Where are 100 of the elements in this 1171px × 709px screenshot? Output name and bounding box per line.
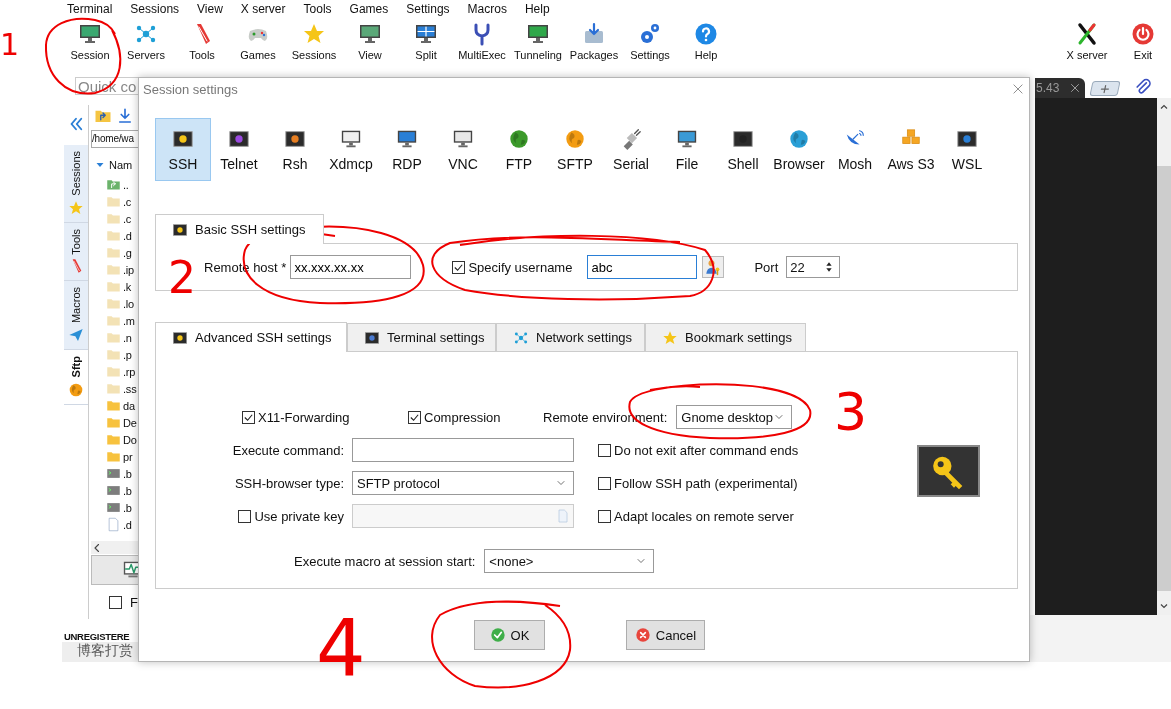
session-type-button[interactable]: Telnet (211, 118, 267, 181)
key-button[interactable] (917, 445, 980, 497)
file-name[interactable]: Do (123, 433, 137, 446)
remote-host-field[interactable]: xx.xxx.xx.xx (290, 255, 412, 279)
compression-checkbox[interactable]: Compression (408, 409, 543, 425)
session-type-button[interactable]: Xdmcp (323, 118, 379, 181)
settings-tab[interactable]: Basic SSH settings (155, 214, 324, 244)
toolbar-button[interactable]: Help (678, 22, 734, 61)
session-type-button[interactable]: File (659, 118, 715, 181)
file-name[interactable]: da (123, 399, 135, 412)
toolbar-button[interactable]: Tunneling (510, 22, 566, 61)
session-type-button[interactable]: Browser (771, 118, 827, 181)
file-name[interactable]: .c (123, 212, 132, 225)
globe-icon (564, 128, 586, 150)
x11-forwarding-checkbox[interactable]: X11-Forwarding (242, 409, 408, 425)
cancel-button[interactable]: Cancel (626, 620, 705, 650)
file-name[interactable]: pr (123, 450, 133, 463)
session-type-button[interactable]: Mosh (827, 118, 883, 181)
folder-icon (106, 449, 121, 464)
file-name[interactable]: .b (123, 501, 132, 514)
file-name[interactable]: .c (123, 195, 132, 208)
toolbar-button[interactable]: X server (1059, 22, 1115, 61)
use-private-key-checkbox[interactable]: Use private key (238, 508, 344, 524)
menu-item[interactable]: Tools (303, 2, 332, 16)
port-field[interactable]: 22 (786, 256, 841, 278)
file-name[interactable]: .d (123, 229, 132, 242)
file-name[interactable]: .n (123, 331, 132, 344)
file-name[interactable]: .d (123, 518, 132, 531)
toolbar-button[interactable]: Settings (622, 22, 678, 61)
file-name[interactable]: .b (123, 467, 132, 480)
toolbar-button[interactable]: Games (230, 22, 286, 61)
toolbar-button[interactable]: View (342, 22, 398, 61)
toolbar-button[interactable]: Split (398, 22, 454, 61)
session-type-button[interactable]: Serial (603, 118, 659, 181)
column-header[interactable]: Nam (109, 159, 133, 171)
menu-item[interactable]: Help (524, 2, 550, 16)
file-name[interactable]: .ip (123, 263, 135, 276)
follow-ssh-path-checkbox[interactable]: Follow SSH path (experimental) (598, 475, 917, 491)
folder-icon (106, 415, 121, 430)
side-tab[interactable]: Macros (64, 281, 88, 351)
session-type-button[interactable]: FTP (491, 118, 547, 181)
menu-item[interactable]: Games (349, 2, 389, 16)
settings-tab[interactable]: Terminal settings (347, 323, 496, 351)
file-name[interactable]: .rp (123, 365, 136, 378)
toolbar-button[interactable]: Servers (118, 22, 174, 61)
session-type-button[interactable]: SSH (155, 118, 211, 181)
session-type-button[interactable]: Shell (715, 118, 771, 181)
session-type-button[interactable]: RDP (379, 118, 435, 181)
remote-environment-dropdown[interactable]: Gnome desktop (676, 405, 793, 429)
toolbar-button[interactable]: Tools (174, 22, 230, 61)
execute-macro-dropdown[interactable]: <none> (484, 549, 655, 573)
settings-tab[interactable]: Bookmark settings (645, 323, 806, 351)
toolbar-button[interactable]: MultiExec (454, 22, 510, 61)
file-name[interactable]: .g (123, 246, 132, 259)
settings-tab[interactable]: Advanced SSH settings (155, 322, 347, 352)
menu-item[interactable]: Macros (467, 2, 507, 16)
terminal-icon (364, 329, 380, 346)
toolbar-button[interactable]: Session (62, 22, 118, 61)
close-icon[interactable] (1069, 82, 1081, 94)
username-field[interactable]: abc (587, 255, 698, 279)
menu-item[interactable]: Terminal (67, 2, 113, 16)
file-name[interactable]: .. (123, 178, 129, 191)
menu-item[interactable]: X server (240, 2, 286, 16)
download-icon[interactable] (116, 107, 134, 125)
settings-tab[interactable]: Network settings (496, 323, 645, 351)
do-not-exit-checkbox[interactable]: Do not exit after command ends (598, 442, 917, 458)
file-name[interactable]: .k (123, 280, 132, 293)
folder-icon (106, 279, 121, 294)
toolbar-button[interactable]: Sessions (286, 22, 342, 61)
settings-icon (638, 22, 662, 46)
file-name[interactable]: .b (123, 484, 132, 497)
session-type-button[interactable]: Aws S3 (883, 118, 939, 181)
menu-item[interactable]: View (197, 2, 223, 16)
session-type-button[interactable]: WSL (939, 118, 995, 181)
folder-icon (106, 347, 121, 362)
menu-item[interactable]: Settings (406, 2, 450, 16)
file-name[interactable]: .lo (123, 297, 135, 310)
file-name[interactable]: .ss (123, 382, 137, 395)
file-name[interactable]: .m (123, 314, 135, 327)
session-type-button[interactable]: SFTP (547, 118, 603, 181)
execute-command-field[interactable] (352, 438, 574, 462)
ssh-browser-type-dropdown[interactable]: SFTP protocol (352, 471, 574, 495)
follow-checkbox[interactable]: F (109, 595, 150, 610)
new-tab-button[interactable] (1089, 81, 1121, 96)
menu-item[interactable]: Sessions (130, 2, 180, 16)
session-type-button[interactable]: Rsh (267, 118, 323, 181)
toolbar-button[interactable]: Exit (1115, 22, 1171, 61)
side-tab[interactable]: Tools (64, 222, 88, 282)
terminal-icon (106, 500, 121, 515)
ok-button[interactable]: OK (474, 620, 545, 650)
file-name[interactable]: De (123, 416, 137, 429)
adapt-locales-checkbox[interactable]: Adapt locales on remote server (598, 508, 917, 524)
private-key-field[interactable] (352, 504, 574, 528)
close-icon[interactable] (1011, 82, 1025, 96)
side-tab[interactable]: Sessions (64, 145, 88, 223)
session-type-button[interactable]: VNC (435, 118, 491, 181)
file-name[interactable]: .p (123, 348, 132, 361)
terminal-tab[interactable]: 5.43 (1035, 78, 1085, 98)
specify-username-checkbox[interactable]: Specify username (452, 259, 573, 275)
toolbar-button[interactable]: Packages (566, 22, 622, 61)
